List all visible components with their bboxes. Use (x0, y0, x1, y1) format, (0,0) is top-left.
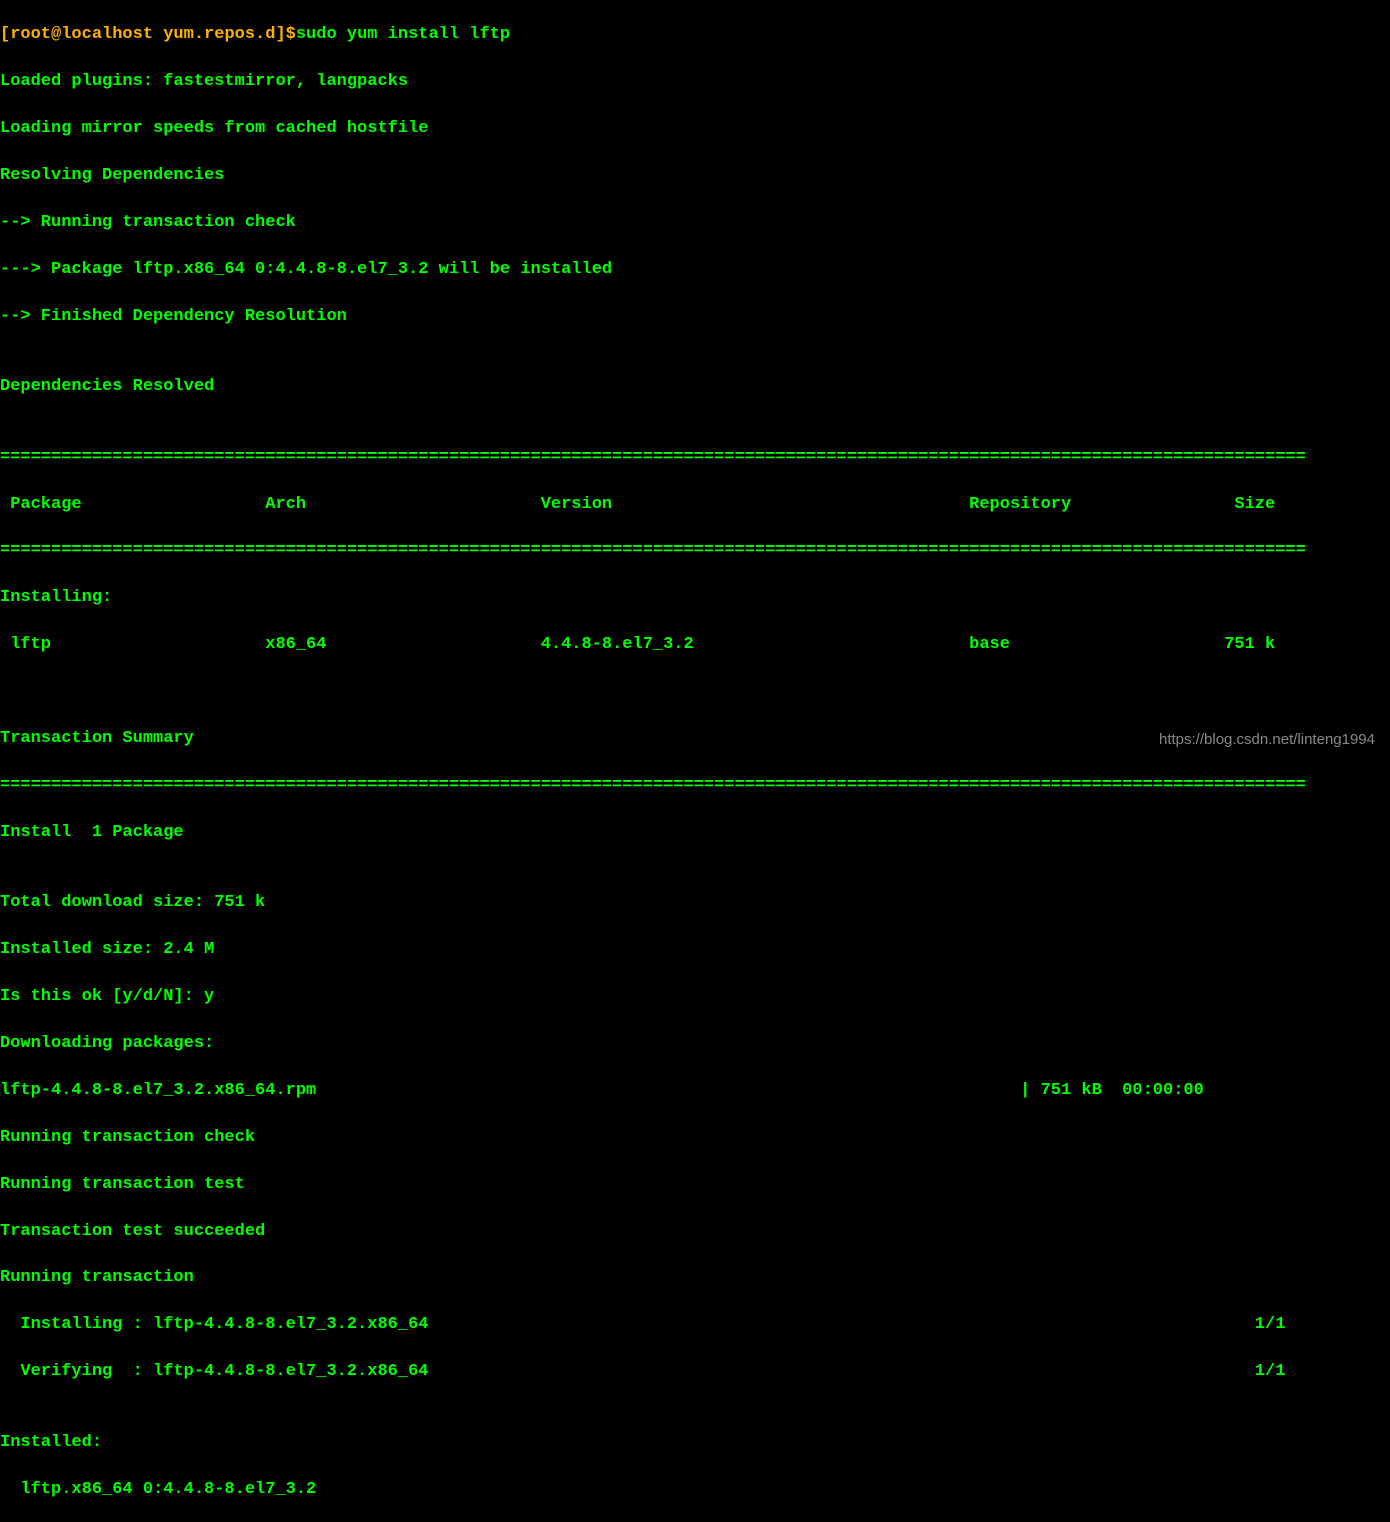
output-line: Resolving Dependencies (0, 164, 1390, 187)
output-line: Running transaction check (0, 1126, 1390, 1149)
table-header: Package Arch Version Repository Size (0, 493, 1390, 516)
output-line: Loaded plugins: fastestmirror, langpacks (0, 70, 1390, 93)
output-line: Installing : lftp-4.4.8-8.el7_3.2.x86_64… (0, 1313, 1390, 1336)
output-line: ---> Package lftp.x86_64 0:4.4.8-8.el7_3… (0, 258, 1390, 281)
divider-line: ========================================… (0, 446, 1390, 469)
typed-command: sudo yum install lftp (296, 25, 510, 44)
output-line: Running transaction test (0, 1173, 1390, 1196)
output-line (0, 680, 1390, 703)
terminal-output[interactable]: [root@localhost yum.repos.d]$sudo yum in… (0, 0, 1390, 1522)
output-line: --> Finished Dependency Resolution (0, 305, 1390, 328)
output-line: Downloading packages: (0, 1032, 1390, 1055)
prompt-dir: yum.repos.d]$ (163, 25, 296, 44)
output-line: Is this ok [y/d/N]: y (0, 985, 1390, 1008)
output-line: lftp.x86_64 0:4.4.8-8.el7_3.2 (0, 1478, 1390, 1501)
output-line: Verifying : lftp-4.4.8-8.el7_3.2.x86_64 … (0, 1360, 1390, 1383)
output-line: Installed: (0, 1431, 1390, 1454)
output-line: --> Running transaction check (0, 211, 1390, 234)
output-line: Loading mirror speeds from cached hostfi… (0, 117, 1390, 140)
table-row: lftp x86_64 4.4.8-8.el7_3.2 base 751 k (0, 633, 1390, 656)
install-count: Install 1 Package (0, 821, 1390, 844)
output-line: Transaction test succeeded (0, 1220, 1390, 1243)
prompt-user-host: [root@localhost (0, 25, 163, 44)
installing-label: Installing: (0, 586, 1390, 609)
output-line: Running transaction (0, 1266, 1390, 1289)
output-line: Dependencies Resolved (0, 375, 1390, 398)
output-line: lftp-4.4.8-8.el7_3.2.x86_64.rpm | 751 kB… (0, 1079, 1390, 1102)
divider-line: ========================================… (0, 539, 1390, 562)
output-line: Installed size: 2.4 M (0, 938, 1390, 961)
watermark-text: https://blog.csdn.net/linteng1994 (1159, 730, 1375, 751)
output-line: Total download size: 751 k (0, 891, 1390, 914)
divider-line: ========================================… (0, 774, 1390, 797)
